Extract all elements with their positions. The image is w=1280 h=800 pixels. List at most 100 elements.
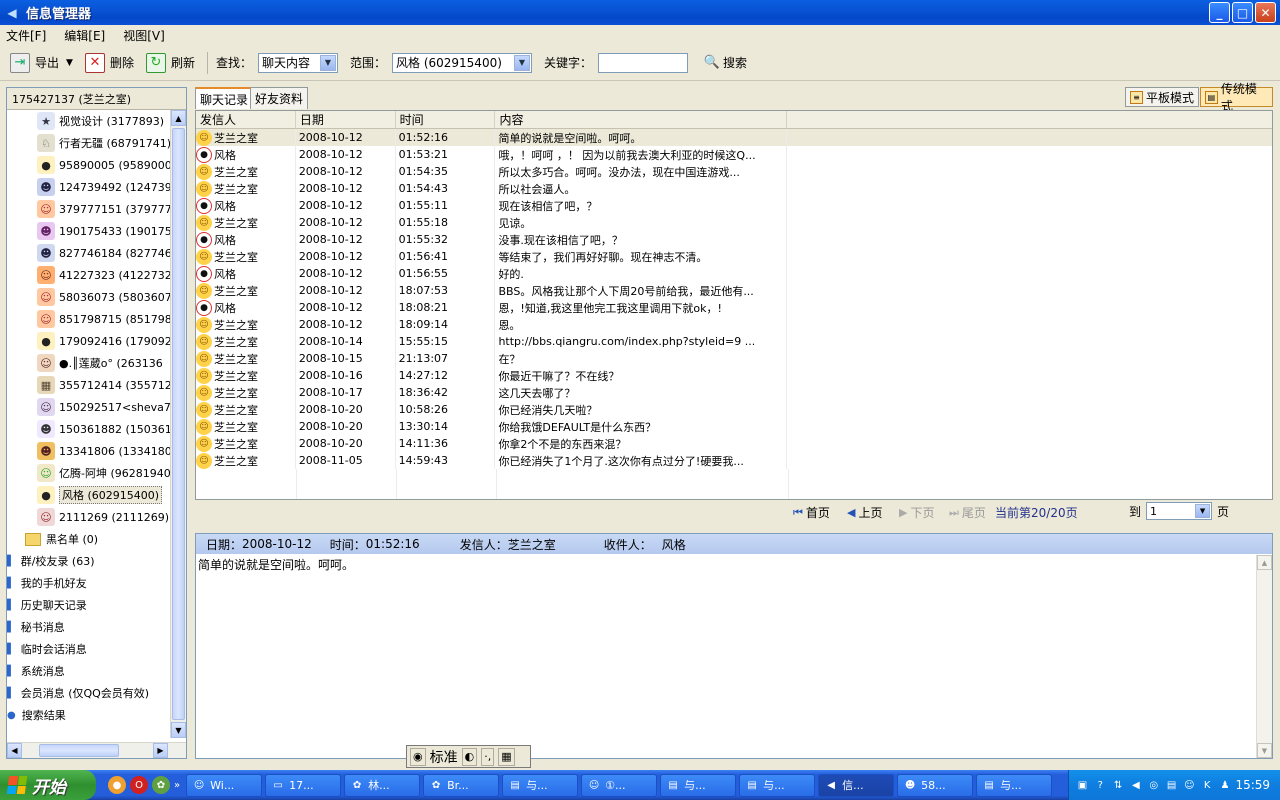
taskbar-item[interactable]: ▤ 与... — [660, 773, 737, 797]
scroll-left-icon[interactable]: ◀ — [7, 743, 22, 758]
tree-item-contact[interactable]: ▦355712414 (355712414 — [7, 374, 171, 396]
table-row[interactable]: ☺ 芝兰之室 2008-10-20 14:11:36 你拿2个不是的东西来混？ — [196, 435, 1272, 452]
tree-item-contact[interactable]: ☻827746184 (827746184 — [7, 242, 171, 264]
table-row[interactable]: ● 风格 2008-10-12 01:55:32 没事.现在该相信了吧，？ — [196, 231, 1272, 248]
tree-item-contact-selected[interactable]: ● 风格 (602915400) — [7, 484, 171, 506]
kaspersky-icon[interactable]: K — [1200, 777, 1215, 793]
flat-mode-button[interactable]: ≡ 平板模式 — [1125, 87, 1200, 107]
tree-item-contact[interactable]: ● 95890005 (95890005) — [7, 154, 171, 176]
tree-item-contact[interactable]: ☻190175433 (190175433 — [7, 220, 171, 242]
column-header-date[interactable]: 日期 — [296, 111, 396, 128]
close-button[interactable]: ✕ — [1255, 2, 1276, 23]
more-icon[interactable]: » — [174, 780, 180, 791]
table-row[interactable]: ☺ 芝兰之室 2008-10-20 10:58:26 你已经消失几天啦？ — [196, 401, 1272, 418]
network-icon[interactable]: ⇅ — [1111, 777, 1126, 793]
ime-logo-icon[interactable]: ◉ — [410, 747, 426, 766]
scroll-down-icon[interactable]: ▼ — [1257, 743, 1272, 758]
tree-item-contact[interactable]: ☻150361882 (150361882 — [7, 418, 171, 440]
next-page-button[interactable]: ▶ 下页 — [899, 504, 934, 521]
qq-icon[interactable]: ● — [108, 776, 126, 794]
table-row[interactable]: ● 风格 2008-10-12 01:55:11 现在该相信了吧，？ — [196, 197, 1272, 214]
help-icon[interactable]: ? — [1093, 777, 1108, 793]
table-row[interactable]: ☺ 芝兰之室 2008-10-14 15:55:15 http://bbs.qiangr… — [196, 333, 1272, 350]
table-row[interactable]: ☺ 芝兰之室 2008-10-12 01:52:16 简单的说就是空间啦。呵呵。 — [196, 129, 1272, 146]
last-page-button[interactable]: ⏭ 尾页 — [949, 504, 986, 521]
keyword-input[interactable] — [598, 52, 689, 73]
table-row[interactable]: ☺ 芝兰之室 2008-10-12 01:55:18 见谅。 — [196, 214, 1272, 231]
table-row[interactable]: ☺ 芝兰之室 2008-10-15 21:13:07 在？ — [196, 350, 1272, 367]
taskbar-item[interactable]: ▤ 与... — [502, 773, 579, 797]
app-icon[interactable]: ✿ — [152, 776, 170, 794]
tree-item-system[interactable]: ▌ 系统消息 — [7, 660, 171, 682]
tree-item-contact[interactable]: ☺379777151 (379777151 — [7, 198, 171, 220]
page-select[interactable]: 1 ▼ — [1146, 502, 1213, 520]
tree-item-contact[interactable]: ☺ ●.║莲葳o° (263136 — [7, 352, 171, 374]
keyboard-icon[interactable]: ▦ — [498, 747, 515, 766]
tree-item-contact[interactable]: ☺851798715 (851798715 — [7, 308, 171, 330]
tree-item-member[interactable]: ▌ 会员消息 (仅QQ会员有效) — [7, 682, 171, 704]
tree-item-contact[interactable]: ☺ 58036073 (58036073) — [7, 286, 171, 308]
taskbar-item[interactable]: ☻ 58... — [897, 773, 974, 797]
tree-item-contact[interactable]: ♘ 行者无疆 (68791741) — [7, 132, 171, 154]
taskbar-item[interactable]: ▤ 与... — [739, 773, 816, 797]
chevron-down-icon[interactable]: ▼ — [514, 54, 530, 71]
tree-horizontal-scrollbar[interactable]: ◀ ▶ — [7, 742, 186, 758]
tray-app-icon[interactable]: ▤ — [1164, 777, 1179, 793]
classic-mode-button[interactable]: ▤ 传统模式 — [1200, 82, 1273, 113]
opera-icon[interactable]: O — [130, 776, 148, 794]
tree-item-contact[interactable]: ☺ 2111269 (2111269) — [7, 506, 171, 528]
start-button[interactable]: 开始 — [0, 770, 96, 800]
tray-avatar-icon[interactable]: ☺ — [1182, 777, 1197, 793]
tree-vertical-scrollbar[interactable]: ▲ ▼ — [170, 110, 186, 738]
table-row[interactable]: ☺ 芝兰之室 2008-10-20 13:30:14 你给我饿DEFAULT是什么东西？ — [196, 418, 1272, 435]
prev-page-button[interactable]: ◀ 上页 — [847, 504, 882, 521]
tree-item-search-results[interactable]: ● 搜索结果 — [7, 704, 171, 726]
scroll-thumb[interactable] — [172, 128, 185, 720]
title-bar[interactable]: ◀ 信息管理器 _ □ ✕ — [0, 0, 1280, 25]
tab-chat-records[interactable]: 聊天记录 — [195, 87, 254, 109]
table-row[interactable]: ● 风格 2008-10-12 18:08:21 恩，!知道,我这里他完工我这里调用下就… — [196, 299, 1272, 316]
menu-edit[interactable]: 编辑[E] — [64, 27, 105, 44]
scroll-up-icon[interactable]: ▲ — [171, 110, 186, 126]
tree-item-contact[interactable]: ☻124739492 (124739492 — [7, 176, 171, 198]
chevron-down-icon[interactable]: ▼ — [66, 58, 73, 68]
tree-item-contact[interactable]: ☺150292517<sheva7251 — [7, 396, 171, 418]
taskbar-item[interactable]: ☺ ①... — [581, 773, 658, 797]
table-row[interactable]: ☺ 芝兰之室 2008-10-12 01:54:35 所以太多巧合。呵呵。没办法，现在中… — [196, 163, 1272, 180]
column-header-sender[interactable]: 发信人 — [196, 111, 296, 128]
refresh-button[interactable]: ↻ 刷新 — [145, 50, 195, 76]
table-row[interactable]: ☺ 芝兰之室 2008-10-12 18:07:53 BBS。风格我让那个人下周20号前… — [196, 282, 1272, 299]
export-button[interactable]: ⇥ 导出 ▼ — [10, 50, 73, 76]
taskbar-item[interactable]: ✿ Br... — [423, 773, 500, 797]
tree-item-blacklist[interactable]: 黑名单 (0) — [7, 528, 171, 550]
column-header-time[interactable]: 时间 — [396, 111, 496, 128]
first-page-button[interactable]: ⏮ 首页 — [793, 504, 830, 521]
minimize-button[interactable]: _ — [1209, 2, 1230, 23]
table-row[interactable]: ☺ 芝兰之室 2008-10-12 01:56:41 等结束了，我们再好好聊。现在神志不… — [196, 248, 1272, 265]
column-header-content[interactable]: 内容 — [495, 111, 787, 128]
taskbar-item[interactable]: ▭ 17... — [265, 773, 342, 797]
menu-file[interactable]: 文件[F] — [6, 27, 46, 44]
tree-item-temp-chat[interactable]: ▌ 临时会话消息 — [7, 638, 171, 660]
scroll-up-icon[interactable]: ▲ — [1257, 555, 1272, 570]
chevron-down-icon[interactable]: ▼ — [1195, 504, 1211, 518]
tray-app-icon[interactable]: ▣ — [1075, 777, 1090, 793]
half-width-icon[interactable]: ◐ — [461, 747, 478, 766]
table-row[interactable]: ☺ 芝兰之室 2008-11-05 14:59:43 你已经消失了1个月了.这次你有点过… — [196, 452, 1272, 469]
menu-view[interactable]: 视图[V] — [123, 27, 165, 44]
chevron-down-icon[interactable]: ▼ — [319, 54, 336, 71]
tab-friend-profile[interactable]: 好友资料 — [250, 87, 309, 109]
scroll-right-icon[interactable]: ▶ — [153, 743, 168, 758]
table-row[interactable]: ● 风格 2008-10-12 01:56:55 好的. — [196, 265, 1272, 282]
tree-item-groups[interactable]: ▌ 群/校友录 (63) — [7, 550, 171, 572]
table-row[interactable]: ● 风格 2008-10-12 01:53:21 哦，！呵呵 ，！ 因为以前我去澳大利亚… — [196, 146, 1272, 163]
delete-button[interactable]: ✕ 删除 — [84, 50, 134, 76]
table-row[interactable]: ☺ 芝兰之室 2008-10-12 01:54:43 所以社会逼人。 — [196, 180, 1272, 197]
scroll-thumb[interactable] — [39, 744, 119, 757]
tree-item-mobile-friends[interactable]: ▌ 我的手机好友 — [7, 572, 171, 594]
ime-mode[interactable]: 标准 — [430, 747, 458, 767]
tree-item-contact[interactable]: ●179092416 (179092416 — [7, 330, 171, 352]
tree-item-contact[interactable]: ☺ 41227323 (41227323) — [7, 264, 171, 286]
search-button[interactable]: 🔍 搜索 — [704, 54, 747, 71]
table-row[interactable]: ☺ 芝兰之室 2008-10-12 18:09:14 恩。 — [196, 316, 1272, 333]
